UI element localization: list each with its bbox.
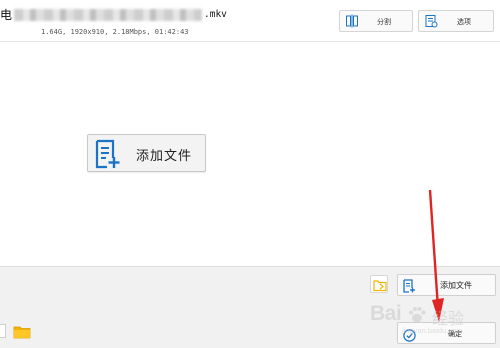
ok-button[interactable]: 确定 [397, 322, 496, 344]
output-format-button[interactable] [0, 324, 6, 338]
options-button[interactable]: 选项 [418, 10, 494, 32]
check-circle-icon [403, 327, 416, 342]
add-file-button-small[interactable]: 添加文件 [397, 274, 496, 296]
file-name: 电 .mkv [0, 7, 230, 23]
file-name-blurred [14, 9, 202, 21]
split-button[interactable]: 分割 [339, 10, 413, 32]
open-output-folder-button[interactable] [370, 275, 388, 293]
split-button-label: 分割 [377, 18, 391, 26]
add-file-button-large[interactable]: 添加文件 [87, 134, 206, 172]
options-button-label: 选项 [457, 18, 471, 26]
file-name-prefix: 电 [0, 8, 13, 22]
output-folder-button[interactable] [13, 324, 31, 339]
add-file-icon [93, 139, 123, 169]
add-file-icon [402, 278, 416, 293]
add-file-small-label: 添加文件 [440, 281, 472, 290]
bottom-toolbar: 添加文件 确定 [0, 266, 500, 348]
open-output-folder-icon [373, 280, 387, 292]
folder-icon [13, 326, 31, 339]
add-file-button-label: 添加文件 [136, 149, 193, 164]
file-media-info: 1.64G, 1920x910, 2.18Mbps, 01:42:43 [41, 28, 189, 36]
file-name-extension: .mkv [204, 9, 227, 20]
ok-button-label: 确定 [448, 330, 462, 338]
file-drop-area[interactable]: 添加文件 [0, 43, 500, 265]
file-list-row[interactable]: 电 .mkv 1.64G, 1920x910, 2.18Mbps, 01:42:… [0, 0, 500, 42]
